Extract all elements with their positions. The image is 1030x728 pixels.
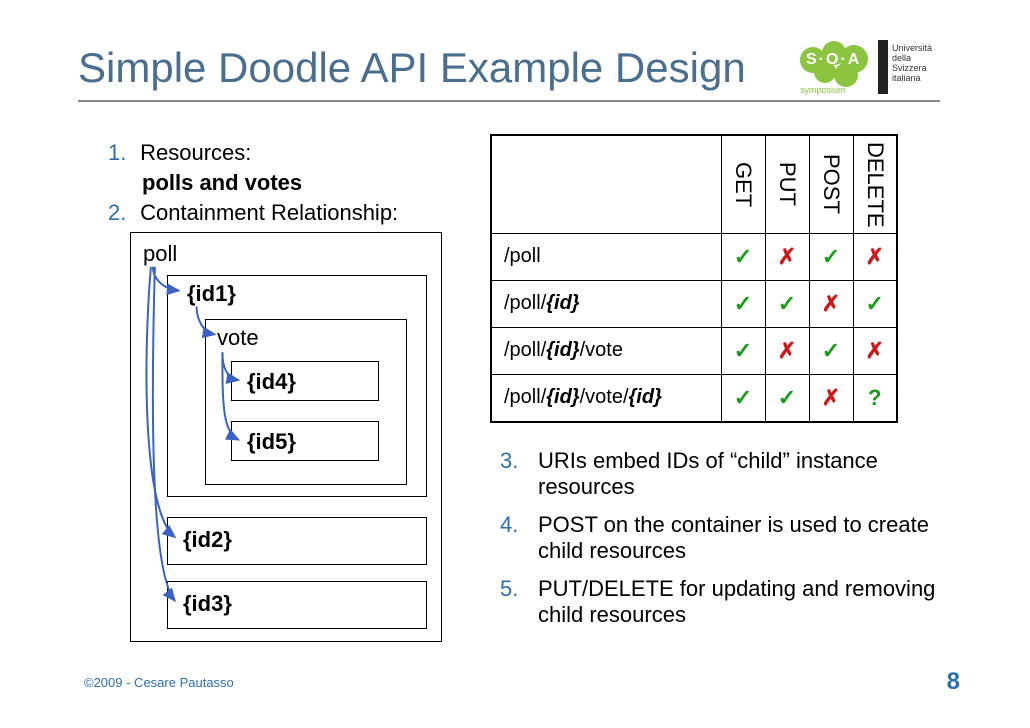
table-row: /poll ✓ ✗ ✓ ✗ [491,233,897,280]
path-segment: /poll/ [504,292,546,314]
cell-cross: ✗ [809,374,853,422]
cell-check: ✓ [721,280,765,327]
path-segment: /poll/ [504,339,546,361]
path-segment: /poll [504,245,541,267]
table-header: GET [721,135,765,233]
slide-title: Simple Doodle API Example Design [78,44,746,92]
cell-check: ✓ [721,374,765,422]
list-text: Resources: [140,140,251,165]
cell-check: ✓ [765,280,809,327]
path-segment: /vote/ [580,386,629,408]
soa-logo-sub: symposium [800,85,846,95]
list-text-bold: polls and votes [142,170,302,195]
cell-check: ✓ [809,233,853,280]
hier-label-id3: {id3} [183,591,232,617]
list-number: 5. [500,576,538,628]
cell-check: ✓ [721,327,765,374]
soa-logo: S·O·A symposium [800,41,872,93]
usi-logo: Università della Svizzera italiana [878,40,948,94]
soa-logo-text: S·O·A [806,51,861,69]
list-text: POST on the container is used to create … [538,512,954,564]
title-underline [78,100,940,102]
top-list: 1. Resources: polls and votes 2. Contain… [108,140,398,230]
list-number: 4. [500,512,538,564]
footer-copyright: ©2009 - Cesare Pautasso [84,675,234,690]
hier-label-poll: poll [143,241,177,267]
list-text: PUT/DELETE for updating and removing chi… [538,576,954,628]
hier-label-id4: {id4} [247,369,296,395]
list-number: 3. [500,448,538,500]
path-id: {id} [546,292,579,314]
path-segment: /vote [580,339,623,361]
logo-area: S·O·A symposium Università della Svizzer… [800,40,948,94]
table-row: /poll/{id}/vote/{id} ✓ ✓ ✗ ? [491,374,897,422]
cell-question: ? [853,374,897,422]
list-text: URIs embed IDs of “child” instance resou… [538,448,954,500]
table-corner [491,135,721,233]
http-methods-table: GET PUT POST DELETE /poll ✓ ✗ ✓ ✗ /poll/… [490,134,898,423]
cell-check: ✓ [853,280,897,327]
hier-label-id1: {id1} [187,281,236,307]
table-header: DELETE [853,135,897,233]
table-header: PUT [765,135,809,233]
path-id: {id} [629,386,662,408]
list-number: 1. [108,140,134,166]
path-id: {id} [546,386,579,408]
hier-label-id2: {id2} [183,527,232,553]
table-row: /poll/{id} ✓ ✓ ✗ ✓ [491,280,897,327]
hier-label-id5: {id5} [247,429,296,455]
cell-cross: ✗ [765,327,809,374]
containment-diagram: poll {id1} vote {id4} {id5} {id2} {id3} [130,232,442,642]
cell-check: ✓ [721,233,765,280]
cell-cross: ✗ [765,233,809,280]
cell-check: ✓ [809,327,853,374]
cell-cross: ✗ [809,280,853,327]
list-text: Containment Relationship: [140,200,398,225]
hier-label-vote: vote [217,325,259,351]
table-header: POST [809,135,853,233]
table-row: /poll/{id}/vote ✓ ✗ ✓ ✗ [491,327,897,374]
path-segment: /poll/ [504,386,546,408]
slide: Simple Doodle API Example Design S·O·A s… [0,0,1030,728]
page-number: 8 [947,668,960,696]
cell-check: ✓ [765,374,809,422]
cell-cross: ✗ [853,233,897,280]
list-number: 2. [108,200,134,226]
usi-word: italiana [892,74,932,84]
path-id: {id} [546,339,579,361]
cell-cross: ✗ [853,327,897,374]
bottom-list: 3. URIs embed IDs of “child” instance re… [500,448,954,640]
